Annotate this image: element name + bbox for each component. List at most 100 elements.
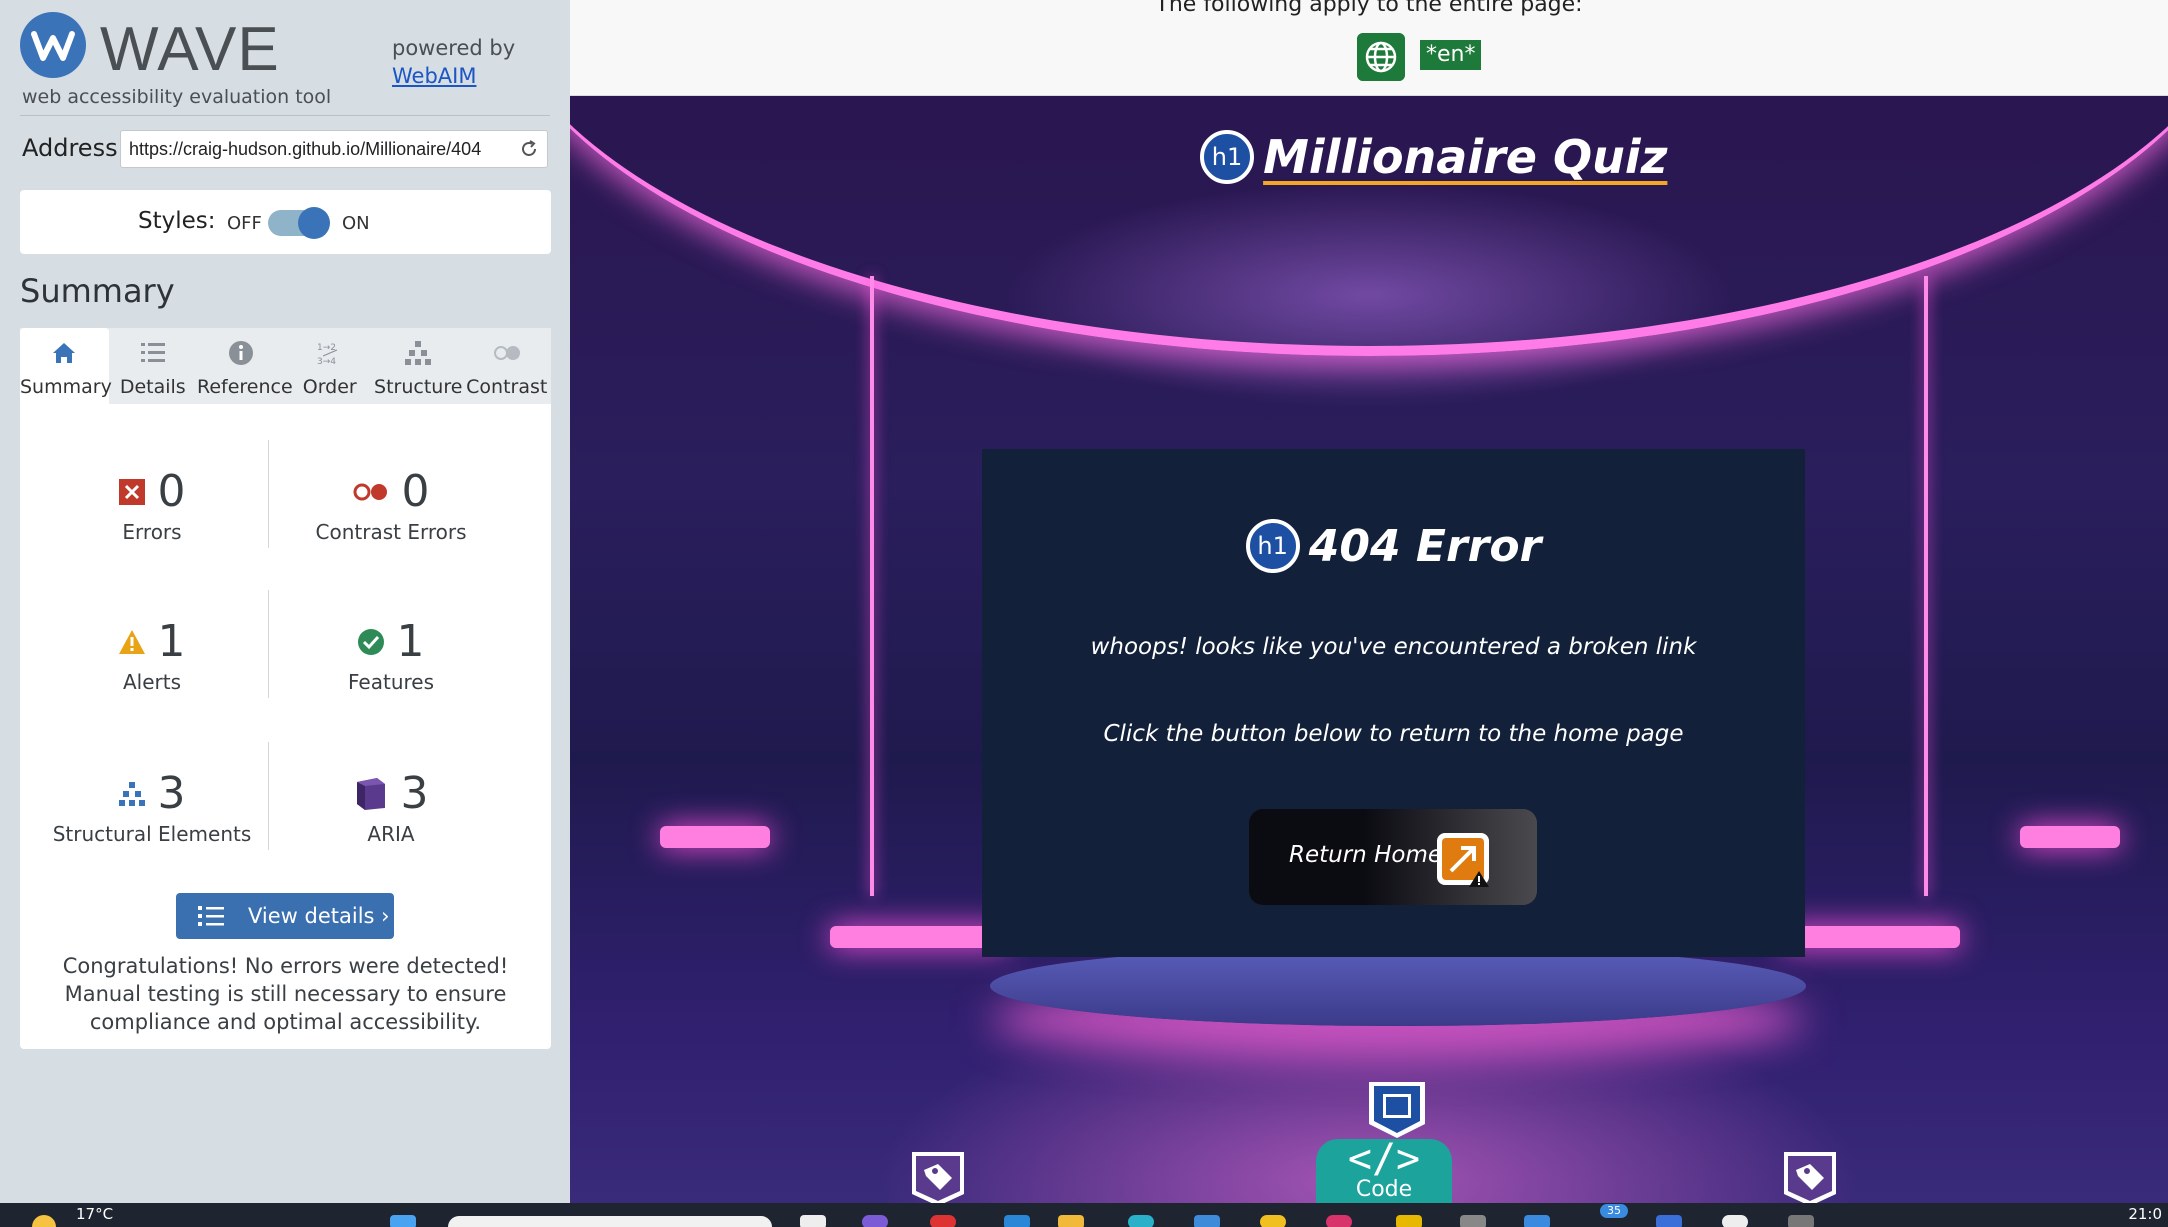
styles-label: Styles: <box>138 208 216 234</box>
edge-icon[interactable] <box>1004 1215 1030 1227</box>
contrast-errors-label: Contrast Errors <box>315 520 467 544</box>
list-icon <box>198 906 224 926</box>
toggle-knob[interactable] <box>298 207 330 239</box>
error-icon <box>119 478 146 505</box>
wave-logo-icon <box>20 12 86 78</box>
tab-order[interactable]: 1→2 3→4 Order <box>286 328 375 404</box>
error-card: h1 404 Error whoops! looks like you've e… <box>982 449 1805 957</box>
webaim-link[interactable]: WebAIM <box>392 64 476 88</box>
calendar-icon[interactable] <box>1524 1215 1550 1227</box>
language-globe-icon[interactable] <box>1357 33 1405 81</box>
aria-stat[interactable]: 3 ARIA <box>271 768 511 846</box>
neon-pillar <box>1924 276 1928 896</box>
contrast-errors-count: 0 <box>401 466 430 517</box>
address-input[interactable]: https://craig-hudson.github.io/Millionai… <box>120 130 548 168</box>
wave-brand-name: WAVE <box>100 15 280 84</box>
tab-contrast[interactable]: Contrast <box>463 328 552 404</box>
info-icon <box>229 341 253 365</box>
aria-label: ARIA <box>367 822 415 846</box>
app-icon[interactable] <box>1128 1215 1154 1227</box>
aria-label-tag-icon[interactable] <box>1780 1150 1840 1203</box>
weather-temp[interactable]: 17°C <box>76 1205 113 1223</box>
app-icon[interactable] <box>1396 1215 1422 1227</box>
structural-label: Structural Elements <box>52 822 252 846</box>
wave-sidebar: WAVE web accessibility evaluation tool p… <box>0 0 570 1203</box>
code-toggle-button[interactable]: </> Code <box>1316 1139 1452 1203</box>
site-title-link[interactable]: Millionaire Quiz <box>1263 130 1667 184</box>
h1-marker-icon[interactable]: h1 <box>1245 519 1300 573</box>
notification-badge: 35 <box>1600 1204 1628 1218</box>
aria-count: 3 <box>400 768 429 819</box>
start-icon[interactable] <box>390 1215 416 1227</box>
weather-icon[interactable] <box>24 1209 64 1227</box>
floor-glow <box>2020 826 2120 848</box>
tab-label: Order <box>302 376 357 398</box>
language-badge[interactable]: *en* <box>1420 40 1482 70</box>
link-alert-icon[interactable] <box>1435 831 1493 889</box>
structure-icon <box>405 341 431 365</box>
settings-icon[interactable] <box>1788 1215 1814 1227</box>
app-icon[interactable] <box>1194 1215 1220 1227</box>
browser-icon[interactable] <box>930 1215 956 1227</box>
features-label: Features <box>348 670 434 694</box>
aria-cube-icon <box>357 777 386 810</box>
wave-tabs: Summary Details Reference 1→2 3→4 Order S… <box>20 328 551 404</box>
wave-subtitle: web accessibility evaluation tool <box>22 86 332 108</box>
list-icon <box>140 343 165 362</box>
return-instruction: Click the button below to return to the … <box>1103 721 1684 747</box>
errors-stat[interactable]: 0 Errors <box>32 466 272 544</box>
figure-marker-icon[interactable] <box>1365 1080 1429 1140</box>
home-icon <box>53 343 75 363</box>
code-label: Code <box>1355 1177 1413 1202</box>
clock[interactable]: 21:0 <box>2128 1205 2162 1223</box>
return-home-label: Return Home <box>1289 842 1442 868</box>
app-icon[interactable] <box>1260 1215 1286 1227</box>
address-label: Address: <box>22 134 126 162</box>
tab-label: Details <box>119 376 186 398</box>
congrats-message: Congratulations! No errors were detected… <box>62 954 509 1034</box>
aria-label-tag-icon[interactable] <box>908 1150 968 1203</box>
address-value[interactable]: https://craig-hudson.github.io/Millionai… <box>129 139 509 160</box>
alerts-count: 1 <box>157 616 186 667</box>
file-explorer-icon[interactable] <box>1058 1215 1084 1227</box>
powered-by: powered by WebAIM <box>392 34 515 90</box>
taskbar-search[interactable] <box>448 1216 772 1227</box>
contrast-error-icon <box>353 483 388 500</box>
summary-heading: Summary <box>20 272 175 310</box>
svg-text:3→4: 3→4 <box>317 357 336 367</box>
alert-icon <box>119 629 146 654</box>
features-stat[interactable]: 1 Features <box>271 616 511 694</box>
floor-glow <box>660 826 770 848</box>
app-icon[interactable] <box>1460 1215 1486 1227</box>
tab-structure[interactable]: Structure <box>374 328 463 404</box>
tab-details[interactable]: Details <box>109 328 198 404</box>
tab-reference[interactable]: Reference <box>197 328 293 404</box>
styles-on-label: ON <box>342 213 370 234</box>
errors-count: 0 <box>157 466 186 517</box>
structural-stat[interactable]: 3 Structural Elements <box>32 768 272 846</box>
task-view-icon[interactable] <box>800 1215 826 1227</box>
app-icon[interactable] <box>1722 1215 1748 1227</box>
styles-off-label: OFF <box>227 213 262 234</box>
view-details-button[interactable]: View details › <box>176 893 394 939</box>
styles-toggle-panel: Styles: OFF ON <box>20 190 551 254</box>
alerts-stat[interactable]: 1 Alerts <box>32 616 272 694</box>
neon-pillar <box>870 276 874 896</box>
site-title[interactable]: h1 Millionaire Quiz <box>1200 130 1667 190</box>
view-details-label: View details › <box>248 904 390 928</box>
return-home-button[interactable]: Return Home <box>1249 809 1537 905</box>
tab-summary[interactable]: Summary <box>20 328 112 404</box>
tab-label: Contrast <box>466 376 548 398</box>
refresh-icon[interactable] <box>519 139 539 159</box>
chat-icon[interactable] <box>862 1215 888 1227</box>
app-icon[interactable] <box>1656 1215 1682 1227</box>
error-heading: h1 404 Error <box>982 519 1805 573</box>
app-icon[interactable] <box>1326 1215 1352 1227</box>
page-level-annotations: The following apply to the entire page: … <box>570 0 2168 96</box>
errors-label: Errors <box>122 520 182 544</box>
contrast-errors-stat[interactable]: 0 Contrast Errors <box>271 466 511 544</box>
h1-marker-icon[interactable]: h1 <box>1200 130 1254 184</box>
styles-toggle[interactable] <box>268 207 330 239</box>
stage-podium <box>990 946 1806 1026</box>
powered-by-text: powered by <box>392 36 516 60</box>
